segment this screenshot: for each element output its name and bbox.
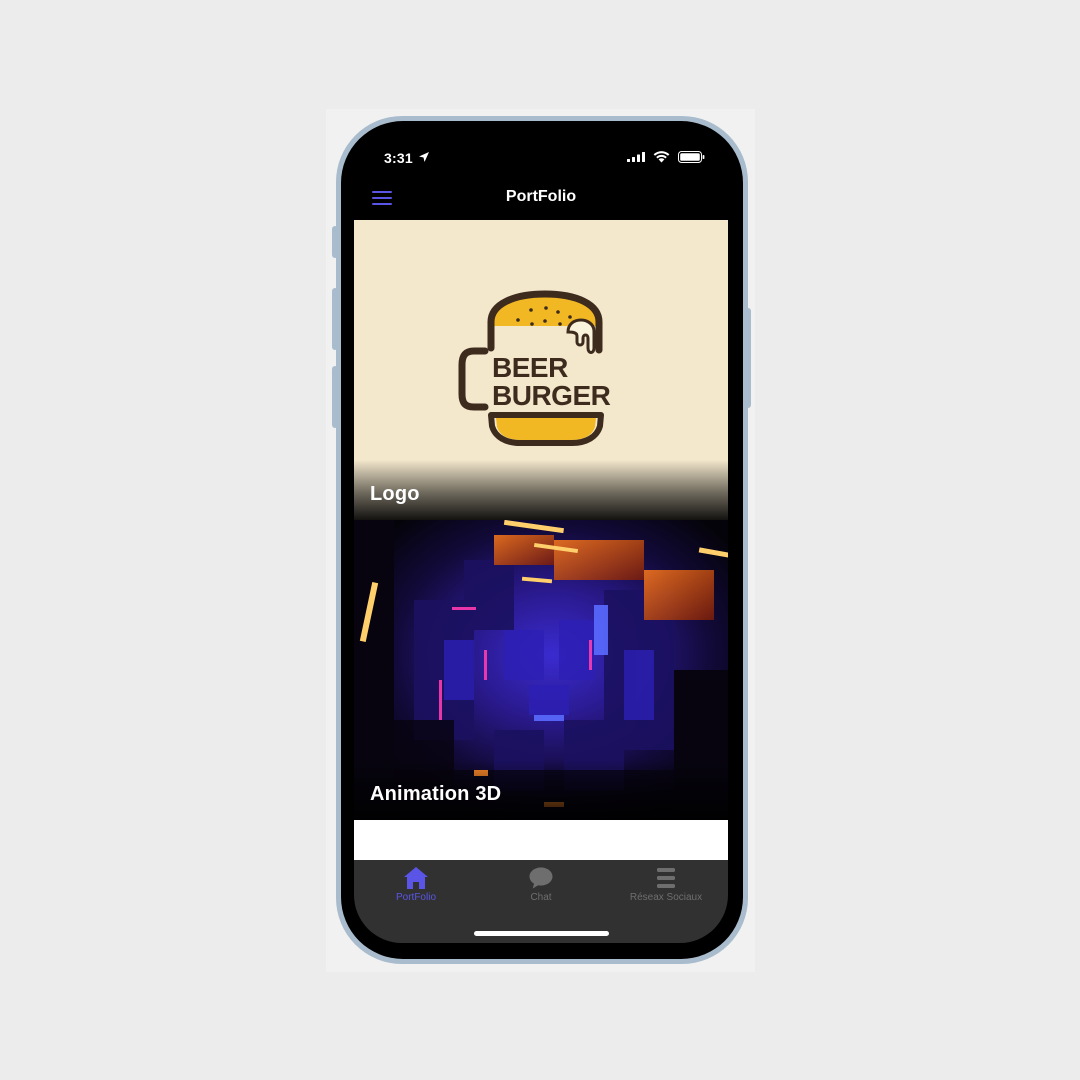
phone-screen: 3:31 PortFolio BEER BURGER Logo Animatio… (354, 134, 728, 943)
power-button (745, 308, 751, 408)
page-title: PortFolio (505, 188, 577, 205)
portfolio-card-animation-3d[interactable]: Animation 3D (354, 520, 728, 820)
battery-icon (678, 151, 705, 163)
silent-switch (332, 226, 338, 258)
next-card-placeholder (354, 820, 728, 860)
volume-up-button (332, 288, 338, 350)
portfolio-list[interactable]: BEER BURGER Logo Animation 3D (354, 220, 728, 860)
tab-label: PortFolio (395, 892, 436, 903)
chat-bubble-icon (529, 867, 553, 889)
home-indicator[interactable] (474, 931, 609, 936)
tab-portfolio[interactable]: PortFolio (354, 866, 478, 910)
wifi-icon (653, 151, 670, 163)
status-time: 3:31 (384, 150, 413, 166)
portfolio-card-logo[interactable]: BEER BURGER Logo (354, 220, 728, 520)
cellular-signal-icon (627, 152, 645, 162)
status-bar: 3:31 (354, 134, 728, 180)
location-arrow-icon (419, 152, 429, 162)
tab-social-networks[interactable]: Réseax Sociaux (604, 866, 728, 910)
app-header: PortFolio (354, 180, 728, 220)
bottom-tab-bar: PortFolio Chat Réseax Sociaux (354, 860, 728, 943)
volume-down-button (332, 366, 338, 428)
logo-text-line2: BURGER (492, 380, 611, 411)
card-title: Animation 3D (370, 783, 502, 805)
card-title: Logo (370, 483, 420, 505)
list-icon (657, 868, 675, 888)
home-icon (404, 867, 428, 889)
tab-label: Chat (530, 892, 552, 903)
tab-chat[interactable]: Chat (479, 866, 603, 910)
logo-text-line1: BEER (492, 352, 568, 383)
tab-label: Réseax Sociaux (629, 892, 703, 903)
